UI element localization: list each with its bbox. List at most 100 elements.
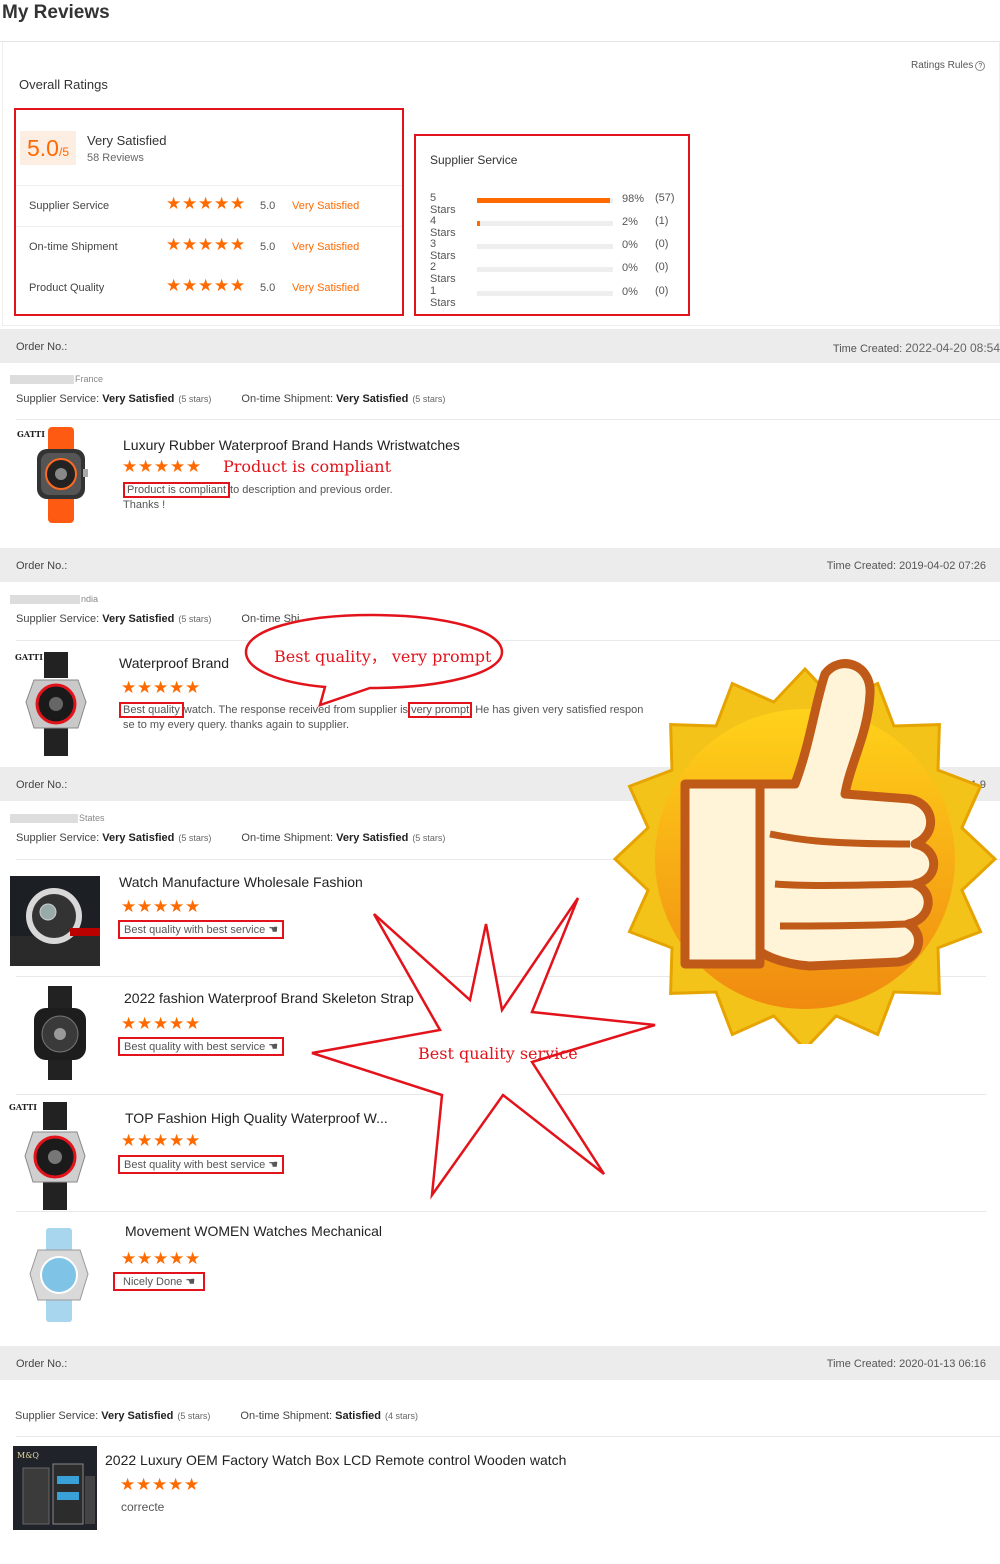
divider (16, 1436, 1000, 1437)
rating-satisfaction: Very Satisfied (292, 200, 360, 212)
rating-row-label: Product Quality (29, 282, 105, 294)
order-no-label: Order No.: (16, 341, 68, 353)
star-icon: ★ (182, 194, 198, 213)
star-icon: ★ (166, 235, 182, 254)
gatti-watch-image: GATTI (9, 1102, 86, 1210)
shipment-stars: (5 stars) (412, 833, 446, 843)
help-icon[interactable]: ? (975, 61, 986, 71)
star-icon: ★ (121, 678, 137, 697)
distribution-count: (57) (655, 192, 675, 204)
overall-score-badge: 5.0/5 (20, 131, 76, 165)
highlight-box: Best quality (119, 702, 184, 718)
star-icon: ★ (121, 1014, 137, 1033)
star-icon: ★ (152, 1475, 168, 1494)
review-comment: correcte (121, 1500, 165, 1514)
supplier-service-stars: (5 stars) (177, 1411, 211, 1421)
star-icon: ★ (198, 194, 214, 213)
order-service-line: Supplier Service: Very Satisfied (5 stars… (15, 1410, 418, 1422)
pointing-hand-icon: ☚ (268, 1159, 279, 1171)
star-icon: ★ (169, 1249, 185, 1268)
annotation-best-quality-prompt: Best quality， very prompt (274, 647, 492, 666)
ratings-rules-label[interactable]: Ratings Rules (911, 60, 973, 71)
time-created: Time Created: 2019-04-02 07:26 (827, 560, 986, 572)
distribution-label: 3 Stars (430, 238, 456, 262)
shipment-value: Very Satisfied (336, 832, 409, 844)
divider (16, 419, 1000, 420)
comment-text: Best quality with best service (124, 1159, 266, 1171)
divider (16, 1211, 986, 1212)
star-icon: ★ (182, 235, 198, 254)
product-thumbnail[interactable] (10, 876, 100, 966)
distribution-bar (477, 291, 613, 296)
star-icon: ★ (185, 1249, 201, 1268)
shipment-label: On-time Shipment: (241, 832, 334, 844)
pointing-hand-icon: ☚ (268, 1041, 279, 1053)
star-icon: ★ (137, 1249, 153, 1268)
product-thumbnail[interactable]: GATTI (14, 650, 94, 756)
overall-satisfaction: Very Satisfied (87, 133, 167, 148)
page-title: My Reviews (2, 2, 110, 23)
review-comment: Best quality with best service ☚ (118, 1155, 285, 1174)
product-thumbnail[interactable]: GATTI (15, 425, 95, 525)
location-text: France (75, 374, 104, 384)
rating-stars: ★★★★★ (166, 235, 246, 254)
time-created-value: 2022-04-20 08:54 (905, 341, 1000, 355)
product-title[interactable]: 2022 Luxury OEM Factory Watch Box LCD Re… (105, 1452, 566, 1468)
distribution-bar (477, 198, 613, 203)
product-thumbnail[interactable]: GATTI (9, 1100, 95, 1210)
star-icon: ★ (182, 276, 198, 295)
star-icon: ★ (186, 457, 202, 476)
star-icon: ★ (121, 1249, 137, 1268)
star-icon: ★ (121, 1131, 137, 1150)
buyer-location: ndia (10, 594, 98, 605)
product-title[interactable]: Movement WOMEN Watches Mechanical (125, 1223, 382, 1239)
rating-satisfaction: Very Satisfied (292, 282, 360, 294)
distribution-percent: 0% (622, 262, 638, 274)
rating-row-label: On-time Shipment (29, 241, 118, 253)
star-icon: ★ (214, 194, 230, 213)
orange-watch-image: GATTI (17, 427, 88, 523)
comment-text: Best quality with best service (124, 1041, 266, 1053)
product-stars: ★★★★★ (121, 1014, 201, 1034)
star-icon: ★ (120, 1475, 136, 1494)
shipment-stars: (5 stars) (412, 394, 446, 404)
pointing-hand-icon: ☚ (268, 924, 279, 936)
distribution-bar (477, 244, 613, 249)
product-title[interactable]: Waterproof Brand (119, 655, 229, 671)
distribution-count: (0) (655, 285, 669, 297)
redacted-name (10, 814, 78, 824)
product-thumbnail[interactable] (24, 1228, 94, 1322)
rating-stars: ★★★★★ (166, 276, 246, 295)
supplier-service-value: Very Satisfied (102, 832, 175, 844)
rating-value: 5.0 (260, 241, 276, 253)
star-icon: ★ (170, 457, 186, 476)
overall-ratings-label: Overall Ratings (19, 77, 108, 92)
time-created: Time Created: 2022-04-20 08:54 (833, 341, 1000, 355)
product-thumbnail[interactable]: M&Q (13, 1446, 97, 1530)
supplier-service-label: Supplier Service: (16, 832, 100, 844)
ratings-rules-link[interactable]: Ratings Rules? (911, 60, 986, 71)
star-icon: ★ (153, 678, 169, 697)
distribution-count: (0) (655, 261, 669, 273)
distribution-label: 2 Stars (430, 261, 456, 285)
product-title[interactable]: Watch Manufacture Wholesale Fashion (119, 874, 363, 890)
distribution-bar-fill (477, 221, 480, 226)
review-comment: Nicely Done ☚ (113, 1272, 206, 1291)
product-title[interactable]: Luxury Rubber Waterproof Brand Hands Wri… (123, 437, 460, 453)
distribution-label: 1 Stars (430, 285, 456, 309)
supplier-service-label: Supplier Service: (15, 1410, 99, 1422)
star-icon: ★ (166, 276, 182, 295)
supplier-service-title: Supplier Service (430, 153, 518, 167)
star-icon: ★ (169, 678, 185, 697)
star-icon: ★ (185, 897, 201, 916)
distribution-percent: 0% (622, 239, 638, 251)
star-icon: ★ (137, 1014, 153, 1033)
product-thumbnail[interactable] (20, 986, 100, 1080)
star-icon: ★ (137, 897, 153, 916)
star-icon: ★ (169, 1131, 185, 1150)
product-stars: ★★★★★ (121, 1131, 201, 1151)
order-no-label: Order No.: (16, 560, 68, 572)
star-icon: ★ (198, 276, 214, 295)
comment-text: to description and previous order. (230, 484, 393, 496)
supplier-service-stars: (5 stars) (178, 394, 212, 404)
